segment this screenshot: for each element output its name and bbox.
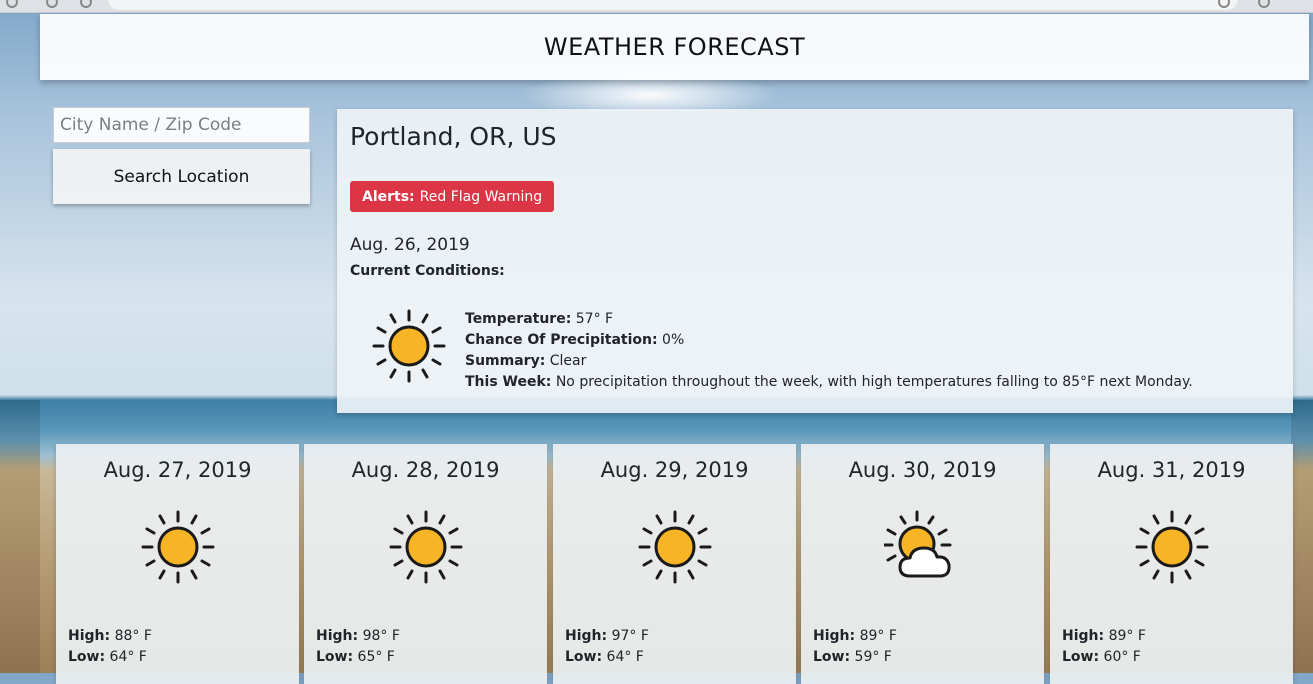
background-beach-left: [0, 400, 40, 673]
forecast-date: Aug. 27, 2019: [103, 458, 252, 482]
forecast-card: Aug. 27, 2019 High: 88° F Low: 64° F: [56, 444, 299, 684]
low-label: Low:: [68, 649, 106, 665]
search-location-button[interactable]: Search Location: [53, 149, 310, 204]
summary-label: Summary:: [465, 353, 546, 369]
precipitation-label: Chance Of Precipitation:: [465, 332, 658, 348]
partly-cloudy-icon: [884, 510, 952, 578]
this-week-value: No precipitation throughout the week, wi…: [555, 374, 1193, 390]
forecast-high: High: 88° F: [68, 628, 152, 644]
app-header: WEATHER FORECAST: [40, 14, 1309, 80]
back-icon[interactable]: [6, 0, 18, 8]
low-value: 65° F: [357, 649, 395, 665]
forecast-high: High: 97° F: [565, 628, 649, 644]
low-label: Low:: [565, 649, 603, 665]
current-conditions-label: Current Conditions:: [350, 263, 505, 279]
low-value: 59° F: [854, 649, 892, 665]
high-label: High:: [316, 628, 359, 644]
sun-icon: [141, 510, 215, 584]
current-weather-panel: Portland, OR, US Alerts: Red Flag Warnin…: [337, 109, 1293, 413]
current-details: Temperature: 57° F Chance Of Precipitati…: [465, 309, 1193, 393]
forecast-low: Low: 59° F: [813, 649, 892, 665]
alert-label: Alerts:: [362, 188, 415, 205]
location-title: Portland, OR, US: [350, 122, 557, 151]
high-label: High:: [565, 628, 608, 644]
sun-icon: [372, 309, 446, 383]
low-label: Low:: [1062, 649, 1100, 665]
forecast-date: Aug. 29, 2019: [600, 458, 749, 482]
forecast-high: High: 89° F: [813, 628, 897, 644]
this-week-label: This Week:: [465, 374, 552, 390]
page-title: WEATHER FORECAST: [543, 33, 806, 61]
forecast-low: Low: 64° F: [68, 649, 147, 665]
forward-icon[interactable]: [46, 0, 58, 8]
summary-value: Clear: [549, 353, 587, 369]
forecast-high: High: 98° F: [316, 628, 400, 644]
high-value: 89° F: [859, 628, 897, 644]
forecast-card: Aug. 29, 2019 High: 97° F Low: 64° F: [553, 444, 796, 684]
temperature-label: Temperature:: [465, 311, 572, 327]
temperature-row: Temperature: 57° F: [465, 309, 1193, 330]
high-value: 98° F: [362, 628, 400, 644]
forecast-date: Aug. 28, 2019: [351, 458, 500, 482]
high-value: 88° F: [114, 628, 152, 644]
high-label: High:: [68, 628, 111, 644]
forecast-high: High: 89° F: [1062, 628, 1146, 644]
reload-icon[interactable]: [80, 0, 92, 8]
low-label: Low:: [813, 649, 851, 665]
precipitation-value: 0%: [662, 332, 685, 348]
forecast-card: Aug. 30, 2019 High: 89° F Low: 59° F: [801, 444, 1044, 684]
background-beach-right: [1291, 400, 1313, 673]
sun-icon: [1135, 510, 1209, 584]
browser-toolbar: [0, 0, 1313, 13]
forecast-low: Low: 60° F: [1062, 649, 1141, 665]
forecast-card: Aug. 28, 2019 High: 98° F Low: 65° F: [304, 444, 547, 684]
low-value: 60° F: [1103, 649, 1141, 665]
address-bar[interactable]: [108, 0, 1238, 10]
precipitation-row: Chance Of Precipitation: 0%: [465, 330, 1193, 351]
temperature-value: 57° F: [575, 311, 614, 327]
this-week-row: This Week: No precipitation throughout t…: [465, 372, 1193, 393]
low-value: 64° F: [109, 649, 147, 665]
high-value: 97° F: [611, 628, 649, 644]
summary-row: Summary: Clear: [465, 351, 1193, 372]
low-label: Low:: [316, 649, 354, 665]
sun-icon: [389, 510, 463, 584]
forecast-low: Low: 65° F: [316, 649, 395, 665]
high-value: 89° F: [1108, 628, 1146, 644]
forecast-date: Aug. 31, 2019: [1097, 458, 1246, 482]
high-label: High:: [813, 628, 856, 644]
sun-icon: [638, 510, 712, 584]
extension-icon[interactable]: [1258, 0, 1270, 8]
forecast-card: Aug. 31, 2019 High: 89° F Low: 60° F: [1050, 444, 1293, 684]
high-label: High:: [1062, 628, 1105, 644]
current-date: Aug. 26, 2019: [350, 235, 470, 255]
alert-badge[interactable]: Alerts: Red Flag Warning: [350, 181, 555, 212]
forecast-date: Aug. 30, 2019: [848, 458, 997, 482]
search-input[interactable]: [53, 107, 310, 143]
low-value: 64° F: [606, 649, 644, 665]
alert-text: Red Flag Warning: [419, 188, 543, 205]
forecast-low: Low: 64° F: [565, 649, 644, 665]
